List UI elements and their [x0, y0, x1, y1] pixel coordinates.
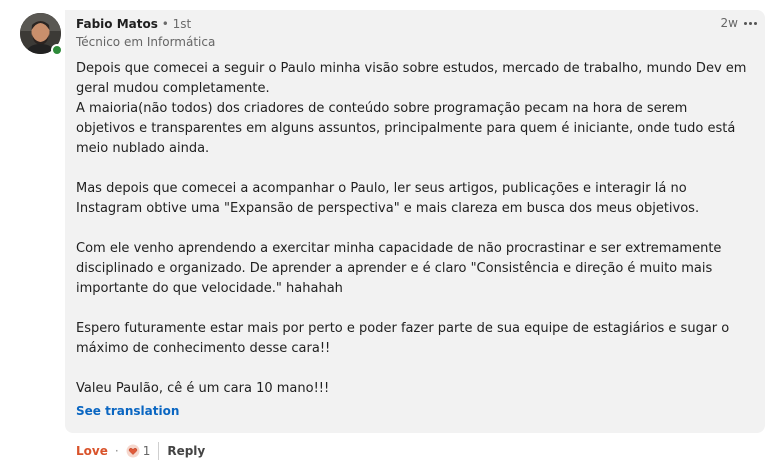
comment: Fabio Matos • 1st Técnico em Informática… [0, 0, 784, 469]
reaction-count: 1 [142, 444, 151, 458]
see-translation-link[interactable]: See translation [76, 404, 179, 418]
comment-timestamp: 2w [720, 16, 738, 30]
avatar[interactable] [20, 13, 63, 56]
connection-degree: • 1st [161, 17, 192, 31]
comment-bubble: Fabio Matos • 1st Técnico em Informática… [65, 10, 765, 433]
author-headline: Técnico em Informática [76, 35, 216, 49]
comment-paragraph: Mas depois que comecei a acompanhar o Pa… [76, 181, 700, 216]
author-name[interactable]: Fabio Matos [76, 17, 158, 31]
comment-body: Depois que comecei a seguir o Paulo minh… [76, 59, 748, 399]
comment-paragraph: Depois que comecei a seguir o Paulo minh… [76, 61, 747, 96]
reaction-summary[interactable]: 1 [126, 444, 151, 458]
love-button[interactable]: Love [76, 444, 108, 458]
comment-meta: 2w [721, 16, 757, 30]
online-status-indicator [51, 44, 63, 56]
comment-paragraph: A maioria(não todos) dos criadores de co… [76, 101, 736, 156]
comment-paragraph: Espero futuramente estar mais por perto … [76, 321, 730, 356]
action-divider [158, 442, 160, 460]
ellipsis-icon[interactable] [744, 17, 757, 29]
comment-paragraph: Com ele venho aprendendo a exercitar min… [76, 241, 722, 296]
comment-paragraph: Valeu Paulão, cê é um cara 10 mano!!! [76, 381, 330, 396]
reply-button[interactable]: Reply [167, 444, 205, 458]
heart-icon [126, 444, 140, 458]
comment-actions: Love · 1 Reply [76, 441, 205, 461]
author-row: Fabio Matos • 1st [76, 17, 191, 31]
separator-dot: · [114, 444, 119, 458]
